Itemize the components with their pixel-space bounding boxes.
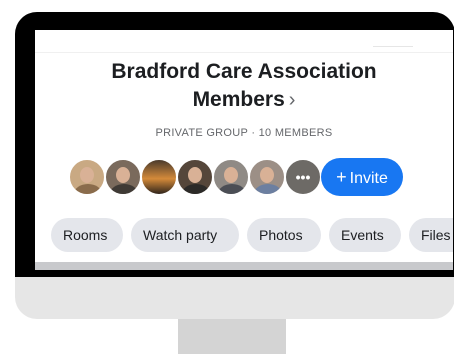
avatar[interactable] xyxy=(176,158,214,196)
avatar-more[interactable]: ••• xyxy=(284,158,322,196)
screen: Bradford Care Association Members › PRIVA… xyxy=(35,30,453,270)
tab-events[interactable]: Events xyxy=(329,218,401,252)
tab-rooms[interactable]: Rooms xyxy=(51,218,123,252)
more-members-icon: ••• xyxy=(295,169,311,185)
avatar[interactable] xyxy=(212,158,250,196)
bottom-band xyxy=(35,262,453,270)
tab-watch-party[interactable]: Watch party xyxy=(131,218,239,252)
monitor-stand xyxy=(178,319,286,354)
tab-files[interactable]: Files xyxy=(409,218,453,252)
top-strip-corner xyxy=(373,36,413,47)
avatar-face xyxy=(116,167,130,183)
avatar-body xyxy=(74,184,102,194)
avatar-body xyxy=(254,184,282,194)
chevron-right-icon: › xyxy=(288,89,296,111)
avatar-body xyxy=(110,184,138,194)
monitor: Bradford Care Association Members › PRIVA… xyxy=(15,12,454,319)
group-title-line1: Bradford Care Association xyxy=(111,60,377,83)
top-strip xyxy=(35,30,453,53)
avatar-face xyxy=(260,167,274,183)
avatar-body xyxy=(218,184,246,194)
monitor-bezel: Bradford Care Association Members › PRIVA… xyxy=(15,12,454,277)
group-title[interactable]: Bradford Care Association Members › xyxy=(35,58,453,114)
avatar[interactable] xyxy=(140,158,178,196)
avatar-face xyxy=(188,167,202,183)
avatar[interactable] xyxy=(68,158,106,196)
group-meta: PRIVATE GROUP · 10 MEMBERS xyxy=(155,127,333,139)
invite-button[interactable]: + Invite xyxy=(321,158,403,196)
invite-label: Invite xyxy=(349,170,388,187)
avatar[interactable] xyxy=(104,158,142,196)
avatar[interactable] xyxy=(248,158,286,196)
group-title-line2: Members xyxy=(192,88,285,111)
avatar-face xyxy=(80,167,94,183)
plus-icon: + xyxy=(336,167,347,187)
avatar-face xyxy=(224,167,238,183)
tab-photos[interactable]: Photos xyxy=(247,218,321,252)
stage: Bradford Care Association Members › PRIVA… xyxy=(0,0,454,354)
avatar-body xyxy=(182,184,210,194)
